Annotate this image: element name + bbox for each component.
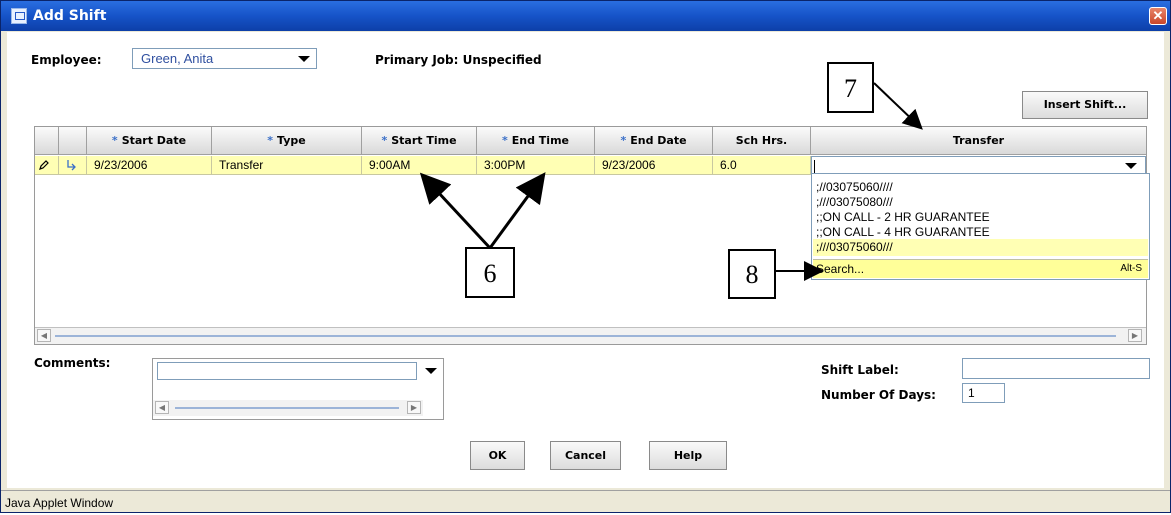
callout-8: 8 (728, 249, 776, 299)
arrow-6-to-start-time (419, 172, 492, 250)
callout-7: 7 (827, 62, 874, 113)
number-of-days-label: Number Of Days: (821, 388, 936, 402)
scroll-track[interactable] (175, 407, 399, 409)
arrow-7-to-transfer (873, 82, 923, 130)
status-bar: Java Applet Window (1, 490, 1170, 512)
comments-box: ◀ ▶ (152, 358, 444, 420)
add-shift-window: Add Shift ✕ Employee: Green, Anita Prima… (0, 0, 1171, 513)
comments-scrollbar[interactable]: ◀ ▶ (153, 400, 423, 416)
shift-label-input[interactable] (962, 358, 1150, 379)
scroll-left-icon[interactable]: ◀ (155, 401, 169, 414)
shift-label-label: Shift Label: (821, 363, 899, 377)
annotation-arrows (419, 82, 923, 281)
help-button[interactable]: Help (649, 441, 727, 470)
callout-6: 6 (465, 247, 515, 298)
scroll-right-icon[interactable]: ▶ (407, 401, 421, 414)
ok-button[interactable]: OK (470, 441, 525, 470)
comments-label: Comments: (34, 356, 111, 370)
comments-input[interactable] (157, 362, 417, 380)
arrow-6-to-end-time (488, 172, 546, 249)
cancel-button[interactable]: Cancel (550, 441, 621, 470)
dropdown-arrow-icon[interactable] (425, 368, 437, 374)
number-of-days-input[interactable]: 1 (962, 383, 1005, 403)
